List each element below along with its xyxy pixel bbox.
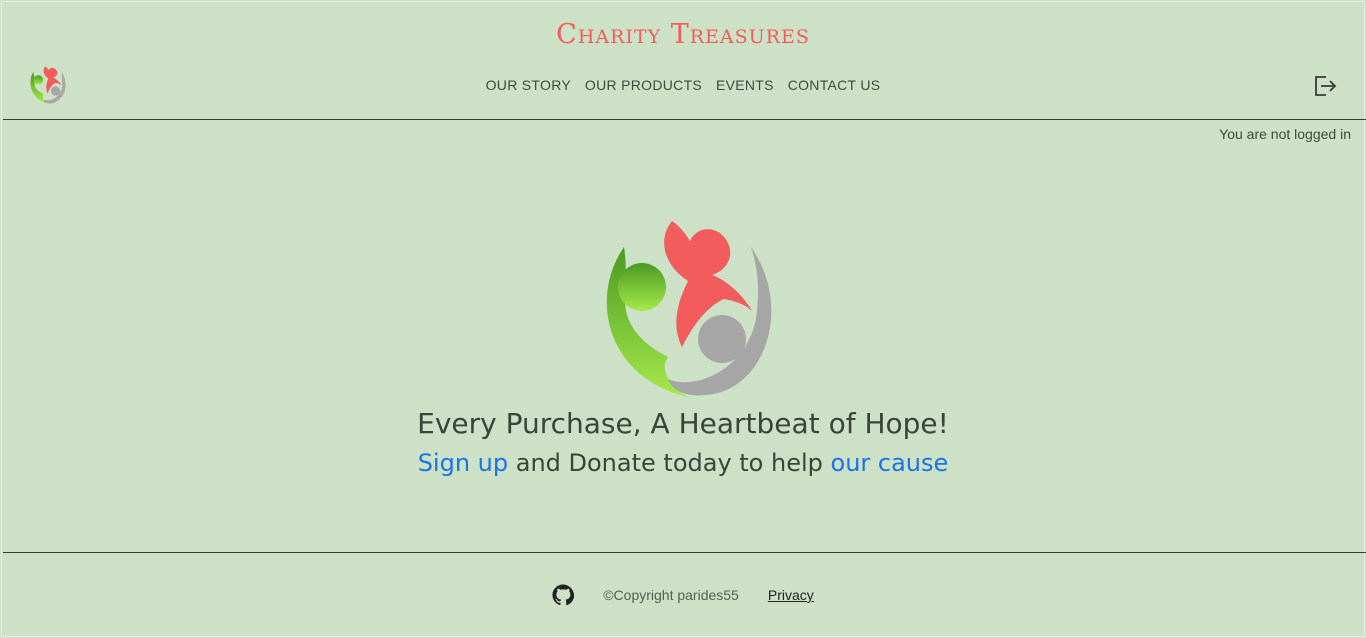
hero-tagline: Every Purchase, A Heartbeat of Hope!: [417, 407, 949, 440]
login-status: You are not logged in: [1219, 126, 1351, 142]
github-icon[interactable]: [552, 584, 575, 606]
logout-icon[interactable]: [1313, 75, 1337, 97]
nav-contact-us[interactable]: CONTACT US: [788, 76, 881, 94]
hero-cta: Sign up and Donate today to help our cau…: [0, 446, 1366, 480]
main-nav: OUR STORY OUR PRODUCTS EVENTS CONTACT US: [0, 76, 1366, 94]
sign-up-link[interactable]: Sign up: [418, 449, 508, 477]
hero-logo-icon: [606, 221, 772, 397]
privacy-link[interactable]: Privacy: [768, 587, 814, 603]
copyright-text: ©Copyright parides55: [603, 587, 739, 603]
nav-events[interactable]: EVENTS: [716, 76, 774, 94]
cta-text: and Donate today to help: [508, 449, 831, 477]
nav-our-story[interactable]: OUR STORY: [486, 76, 571, 94]
nav-our-products[interactable]: OUR PRODUCTS: [585, 76, 702, 94]
footer: ©Copyright parides55 Privacy: [0, 583, 1366, 607]
our-cause-link[interactable]: our cause: [831, 449, 949, 477]
site-title: Charity Treasures: [556, 19, 810, 50]
header-divider: [3, 119, 1366, 120]
footer-divider: [3, 552, 1366, 553]
